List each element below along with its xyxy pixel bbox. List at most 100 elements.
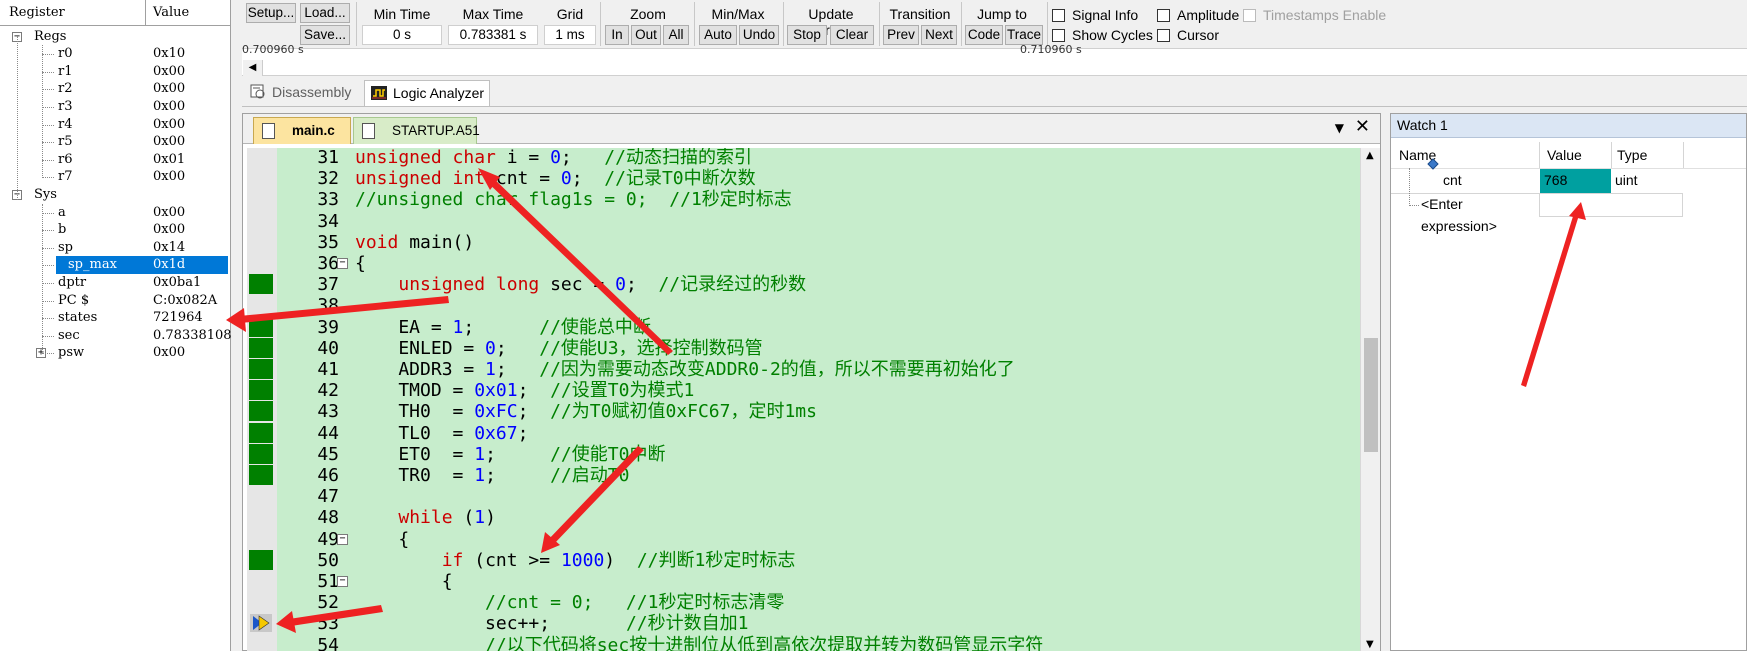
code-button[interactable]: Code bbox=[965, 25, 1003, 45]
code-view[interactable]: 31 unsigned char i = 0; //动态扫描的索引 32 unsign… bbox=[247, 148, 1360, 651]
code-line[interactable]: 49− { bbox=[247, 529, 1360, 550]
register-row-sp[interactable]: sp 0x14 bbox=[0, 239, 230, 257]
code-line[interactable]: 54 //以下代码将sec按十进制位从低到高依次提取并转为数码管显示字符 bbox=[247, 635, 1360, 651]
code-line[interactable]: 34 bbox=[247, 211, 1360, 232]
watch-row-cnt-value[interactable]: 768 bbox=[1540, 169, 1611, 193]
register-row-states[interactable]: states 721964 bbox=[0, 309, 230, 327]
min-time-label: Min Time bbox=[373, 6, 431, 22]
code-line[interactable]: 35 void main() bbox=[247, 232, 1360, 253]
code-line[interactable]: 38 bbox=[247, 295, 1360, 316]
watch-col-type[interactable]: Type bbox=[1617, 147, 1647, 163]
register-row-r2[interactable]: r2 0x00 bbox=[0, 80, 230, 98]
undo-button[interactable]: Undo bbox=[739, 25, 779, 45]
tab-disassembly[interactable]: Disassembly bbox=[244, 80, 362, 106]
register-row-r3[interactable]: r3 0x00 bbox=[0, 98, 230, 116]
code-line[interactable]: 53 sec++; //秒计数自加1 bbox=[247, 613, 1360, 634]
source-editor: main.c STARTUP.A51 ▼ ✕ 31 unsigned char i… bbox=[242, 113, 1381, 651]
tab-startup-a51-label: STARTUP.A51 bbox=[392, 123, 480, 138]
code-line[interactable]: 44 TL0 = 0x67; bbox=[247, 422, 1360, 444]
register-value: 0x00 bbox=[153, 134, 186, 150]
code-line[interactable]: 40 ENLED = 0; //使能U3，选择控制数码管 bbox=[247, 337, 1360, 359]
zoom-all-button[interactable]: All bbox=[663, 25, 689, 45]
scroll-down-icon[interactable]: ▼ bbox=[1366, 639, 1374, 650]
code-line[interactable]: 45 ET0 = 1; //使能T0中断 bbox=[247, 443, 1360, 465]
line-number: 53 bbox=[317, 613, 339, 635]
variable-icon bbox=[1427, 156, 1441, 180]
prev-button[interactable]: Prev bbox=[883, 25, 919, 45]
sys-group[interactable]: Sys − bbox=[0, 186, 230, 204]
code-line[interactable]: 37 unsigned long sec = 0; //记录经过的秒数 bbox=[247, 274, 1360, 295]
register-row-a[interactable]: a 0x00 bbox=[0, 204, 230, 222]
register-row-r6[interactable]: r6 0x01 bbox=[0, 151, 230, 169]
scroll-left-icon[interactable]: ◀ bbox=[243, 60, 263, 76]
watch-row-cnt-name[interactable]: cnt bbox=[1443, 169, 1539, 193]
zoom-out-button[interactable]: Out bbox=[631, 25, 661, 45]
code-line[interactable]: 46 TR0 = 1; //启动T0 bbox=[247, 465, 1360, 486]
waveform-strip[interactable]: 0.700960 s 0.710960 s ◀ bbox=[242, 43, 1747, 76]
timestamps-checkbox[interactable] bbox=[1243, 9, 1256, 22]
code-line[interactable]: 43 TH0 = 0xFC; //为T0赋初值0xFC67，定时1ms bbox=[247, 401, 1360, 422]
watch-panel: Watch 1 Name Value Type cnt 768 uint <En… bbox=[1390, 113, 1747, 651]
code-line[interactable]: 51− { bbox=[247, 571, 1360, 592]
code-line[interactable]: 52 //cnt = 0; //1秒定时标志清零 bbox=[247, 592, 1360, 613]
code-line[interactable]: 41 ADDR3 = 1; //因为需要动态改变ADDR0-2的值，所以不需要再… bbox=[247, 359, 1360, 380]
editor-vertical-scrollbar[interactable]: ▲ ▼ bbox=[1360, 148, 1380, 651]
enter-expression-field[interactable]: <Enter expression> bbox=[1421, 193, 1539, 234]
code-line[interactable]: 31 unsigned char i = 0; //动态扫描的索引 bbox=[247, 148, 1360, 168]
trace-button[interactable]: Trace bbox=[1005, 25, 1043, 45]
load-button[interactable]: Load... bbox=[300, 3, 350, 23]
zoom-in-button[interactable]: In bbox=[605, 25, 629, 45]
register-row-r1[interactable]: r1 0x00 bbox=[0, 63, 230, 81]
code-line[interactable]: 42 TMOD = 0x01; //设置T0为模式1 bbox=[247, 380, 1360, 401]
fold-toggle-icon[interactable]: − bbox=[337, 576, 348, 587]
setup-button[interactable]: Setup... bbox=[246, 3, 296, 23]
coverage-marker bbox=[249, 380, 273, 401]
register-row-pc[interactable]: PC $ C:0x082A bbox=[0, 292, 230, 310]
register-row-sp_max[interactable]: sp_max 0x1d bbox=[0, 256, 230, 274]
stop-button[interactable]: Stop bbox=[787, 25, 827, 45]
code-line[interactable]: 39 EA = 1; //使能总中断 bbox=[247, 316, 1360, 338]
fold-toggle-icon[interactable]: − bbox=[337, 258, 348, 269]
close-editor-icon[interactable]: ✕ bbox=[1355, 117, 1370, 137]
watch-col-value[interactable]: Value bbox=[1547, 147, 1582, 163]
coverage-marker bbox=[249, 359, 273, 379]
fold-toggle-icon[interactable]: − bbox=[337, 533, 348, 545]
code-line[interactable]: 48 while (1) bbox=[247, 507, 1360, 528]
register-name: r3 bbox=[58, 98, 73, 114]
signal-info-checkbox[interactable] bbox=[1052, 9, 1065, 22]
code-line[interactable]: 36−{ bbox=[247, 253, 1360, 274]
save-button[interactable]: Save... bbox=[300, 25, 350, 45]
tab-startup-a51[interactable]: STARTUP.A51 bbox=[353, 117, 480, 144]
register-row-r4[interactable]: r4 0x00 bbox=[0, 116, 230, 134]
code-line[interactable]: 33 //unsigned char flag1s = 0; //1秒定时标志 bbox=[247, 189, 1360, 210]
register-column-header[interactable]: Register bbox=[9, 5, 65, 20]
register-row-psw[interactable]: psw 0x00 + bbox=[0, 344, 230, 362]
register-row-r5[interactable]: r5 0x00 bbox=[0, 133, 230, 151]
code-line[interactable]: 50 if (cnt >= 1000) //判断1秒定时标志 bbox=[247, 549, 1360, 571]
clear-button[interactable]: Clear bbox=[830, 25, 874, 45]
auto-button[interactable]: Auto bbox=[699, 25, 737, 45]
tab-main-c[interactable]: main.c bbox=[253, 117, 351, 144]
register-row-dptr[interactable]: dptr 0x0ba1 bbox=[0, 274, 230, 292]
code-line[interactable]: 47 bbox=[247, 486, 1360, 507]
show-cycles-checkbox[interactable] bbox=[1052, 29, 1065, 42]
value-column-header[interactable]: Value bbox=[153, 5, 189, 20]
amplitude-checkbox[interactable] bbox=[1157, 9, 1170, 22]
line-number: 52 bbox=[317, 592, 339, 614]
scroll-up-icon[interactable]: ▲ bbox=[1366, 150, 1374, 161]
register-row-b[interactable]: b 0x00 bbox=[0, 221, 230, 239]
code-line[interactable]: 32 unsigned int cnt = 0; //记录T0中断次数 bbox=[247, 168, 1360, 189]
cursor-checkbox[interactable] bbox=[1157, 29, 1170, 42]
line-number: 33 bbox=[317, 189, 339, 211]
register-row-r0[interactable]: r0 0x10 bbox=[0, 45, 230, 63]
register-name: r2 bbox=[58, 81, 73, 97]
register-name: sp bbox=[58, 239, 73, 255]
scrollbar-thumb[interactable] bbox=[1364, 338, 1378, 452]
register-row-r7[interactable]: r7 0x00 bbox=[0, 168, 230, 186]
regs-group[interactable]: Regs − bbox=[0, 28, 230, 46]
code-text: TMOD = 0x01; //设置T0为模式1 bbox=[355, 380, 695, 402]
register-row-sec[interactable]: sec 0.78338108 bbox=[0, 327, 232, 345]
tab-list-dropdown-icon[interactable]: ▼ bbox=[1335, 121, 1344, 135]
tab-logic-analyzer[interactable]: Logic Analyzer bbox=[364, 80, 490, 106]
next-button[interactable]: Next bbox=[921, 25, 957, 45]
